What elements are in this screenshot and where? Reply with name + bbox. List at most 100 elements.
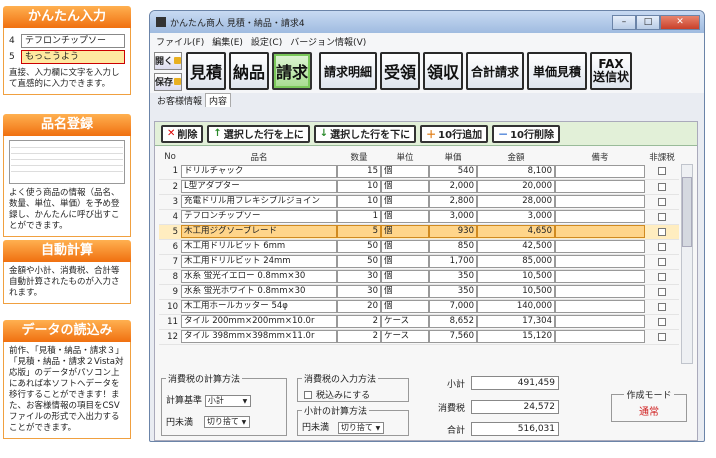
ryoshu-button[interactable]: 領収	[423, 52, 463, 90]
tax-exempt-cell[interactable]	[645, 194, 679, 210]
name-input[interactable]: 木工用ホールカッター 54φ	[181, 300, 337, 313]
note-cell[interactable]	[555, 299, 645, 315]
note-input[interactable]	[555, 300, 645, 313]
qty-cell[interactable]: 5	[337, 224, 381, 240]
name-input[interactable]: タイル 398mm×398mm×11.0r	[181, 330, 337, 343]
price-input[interactable]: 2,800	[429, 195, 477, 208]
qty-input[interactable]: 10	[337, 180, 381, 193]
note-input[interactable]	[555, 195, 645, 208]
qty-input[interactable]: 20	[337, 300, 381, 313]
unit-cell[interactable]: 個	[381, 224, 429, 240]
price-input[interactable]: 1,700	[429, 255, 477, 268]
price-input[interactable]: 930	[429, 225, 477, 238]
tax-exempt-checkbox[interactable]	[658, 182, 666, 191]
scroll-thumb[interactable]	[682, 177, 692, 247]
qty-input[interactable]: 2	[337, 315, 381, 328]
unit-cell[interactable]: 個	[381, 269, 429, 285]
tab-customer-info[interactable]: お客様情報	[154, 94, 205, 107]
save-button[interactable]: 保存	[154, 72, 182, 91]
name-cell[interactable]: 水糸 蛍光イエロー 0.8mm×30	[181, 269, 337, 285]
unit-input[interactable]: 個	[381, 285, 429, 298]
tax-exempt-checkbox[interactable]	[658, 332, 666, 341]
open-button[interactable]: 開く	[154, 51, 182, 70]
note-cell[interactable]	[555, 209, 645, 225]
note-cell[interactable]	[555, 194, 645, 210]
note-input[interactable]	[555, 210, 645, 223]
qty-cell[interactable]: 10	[337, 194, 381, 210]
delivery-button[interactable]: 納品	[229, 52, 269, 90]
table-row[interactable]: 7 木工用ドリルビット 24mm 50 個 1,700 85,000	[159, 254, 679, 270]
name-input[interactable]: ドリルチャック	[181, 164, 337, 178]
unit-input[interactable]: ケース	[381, 330, 429, 343]
unit-input[interactable]: 個	[381, 240, 429, 253]
note-cell[interactable]	[555, 224, 645, 240]
name-input[interactable]: 充電ドリル用フレキシブルジョイン	[181, 195, 337, 208]
note-cell[interactable]	[555, 269, 645, 285]
tax-exempt-cell[interactable]	[645, 179, 679, 195]
note-cell[interactable]	[555, 164, 645, 180]
name-input[interactable]: L型アダプター	[181, 180, 337, 193]
price-input[interactable]: 7,560	[429, 330, 477, 343]
unit-input[interactable]: 個	[381, 195, 429, 208]
qty-cell[interactable]: 30	[337, 269, 381, 285]
name-input[interactable]: テフロンチップソー	[181, 210, 337, 223]
receipt-button[interactable]: 受領	[380, 52, 420, 90]
table-row[interactable]: 6 木工用ドリルビット 6mm 50 個 850 42,500	[159, 239, 679, 255]
unit-cell[interactable]: 個	[381, 179, 429, 195]
menu-settings[interactable]: 設定(C)	[251, 35, 282, 48]
name-cell[interactable]: タイル 200mm×200mm×10.0r	[181, 314, 337, 330]
minimize-button[interactable]: –	[612, 14, 636, 30]
menu-file[interactable]: ファイル(F)	[156, 35, 204, 48]
name-input[interactable]: 木工用ドリルビット 24mm	[181, 255, 337, 268]
tax-exempt-cell[interactable]	[645, 314, 679, 330]
unit-cell[interactable]: ケース	[381, 329, 429, 345]
qty-cell[interactable]: 30	[337, 284, 381, 300]
table-row[interactable]: 1 ドリルチャック 15 個 540 8,100	[159, 164, 679, 180]
fax-cover-button[interactable]: FAX 送信状	[590, 52, 632, 90]
table-row[interactable]: 10 木工用ホールカッター 54φ 20 個 7,000 140,000	[159, 299, 679, 315]
total-invoice-button[interactable]: 合計請求	[466, 52, 524, 90]
invoice-detail-button[interactable]: 請求明細	[319, 52, 377, 90]
qty-cell[interactable]: 2	[337, 314, 381, 330]
price-cell[interactable]: 2,000	[429, 179, 477, 195]
name-cell[interactable]: 木工用ドリルビット 24mm	[181, 254, 337, 270]
note-cell[interactable]	[555, 254, 645, 270]
price-input[interactable]: 350	[429, 285, 477, 298]
unit-cell[interactable]: 個	[381, 284, 429, 300]
tax-exempt-checkbox[interactable]	[658, 317, 666, 326]
note-input[interactable]	[555, 285, 645, 298]
price-input[interactable]: 2,000	[429, 180, 477, 193]
note-cell[interactable]	[555, 314, 645, 330]
note-input[interactable]	[555, 225, 645, 238]
qty-input[interactable]: 30	[337, 270, 381, 283]
qty-input[interactable]: 15	[337, 164, 381, 178]
note-input[interactable]	[555, 240, 645, 253]
tax-exempt-cell[interactable]	[645, 284, 679, 300]
tax-exempt-checkbox[interactable]	[658, 302, 666, 311]
name-cell[interactable]: 木工用ホールカッター 54φ	[181, 299, 337, 315]
qty-cell[interactable]: 50	[337, 254, 381, 270]
unit-cell[interactable]: ケース	[381, 314, 429, 330]
qty-cell[interactable]: 10	[337, 179, 381, 195]
vertical-scrollbar[interactable]	[681, 164, 693, 364]
tax-exempt-checkbox[interactable]	[658, 212, 666, 221]
name-input[interactable]: 木工用ドリルビット 6mm	[181, 240, 337, 253]
tax-included-checkbox[interactable]	[304, 390, 312, 399]
table-row[interactable]: 5 木工用ジグソーブレード 5 個 930 4,650	[159, 224, 679, 240]
qty-input[interactable]: 2	[337, 330, 381, 343]
add-rows-button[interactable]: ＋ 10行追加	[420, 124, 489, 143]
name-cell[interactable]: 水糸 蛍光ホワイト 0.8mm×30	[181, 284, 337, 300]
qty-input[interactable]: 1	[337, 210, 381, 223]
price-cell[interactable]: 2,800	[429, 194, 477, 210]
price-cell[interactable]: 930	[429, 224, 477, 240]
tax-exempt-cell[interactable]	[645, 299, 679, 315]
move-down-button[interactable]: ↓ 選択した行を下に	[313, 124, 417, 143]
note-cell[interactable]	[555, 179, 645, 195]
name-cell[interactable]: テフロンチップソー	[181, 209, 337, 225]
unit-input[interactable]: 個	[381, 180, 429, 193]
name-input[interactable]: 水糸 蛍光イエロー 0.8mm×30	[181, 270, 337, 283]
note-input[interactable]	[555, 330, 645, 343]
name-cell[interactable]: 充電ドリル用フレキシブルジョイン	[181, 194, 337, 210]
price-cell[interactable]: 540	[429, 164, 477, 180]
unit-input[interactable]: ケース	[381, 315, 429, 328]
